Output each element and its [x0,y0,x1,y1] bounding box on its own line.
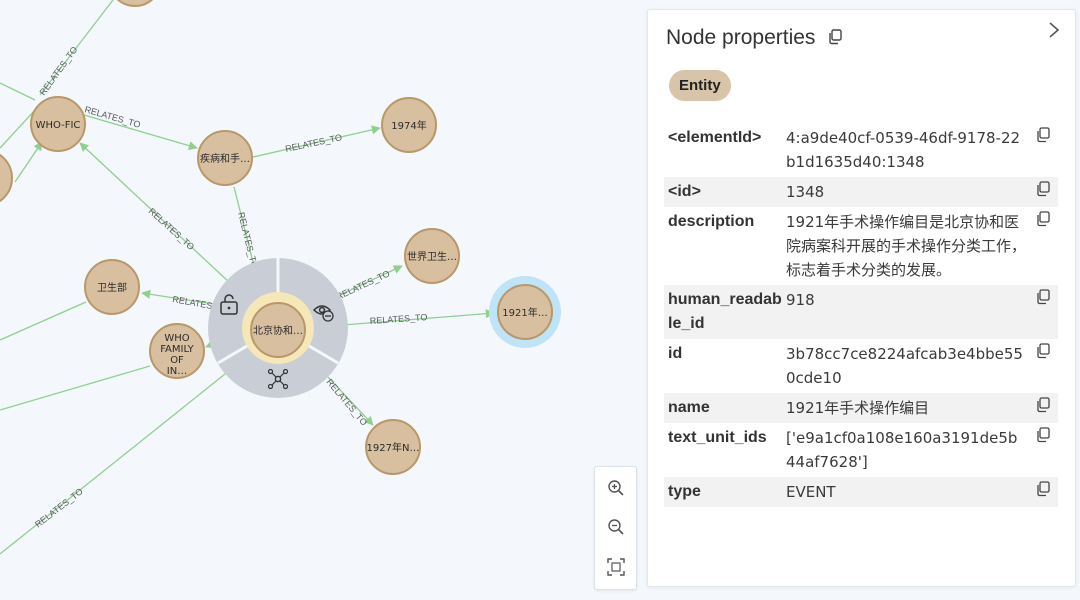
graph-node-offscreen-top[interactable] [109,0,161,7]
property-row-human-readable-id: human_readable_id 918 [664,285,1058,339]
zoom-in-icon [607,480,624,496]
edge-label: RELATES_TO [147,206,197,252]
property-row-id: <id> 1348 [664,177,1058,207]
node-label: 北京协和… [253,324,303,337]
property-row-description: description 1921年手术操作编目是北京协和医院病案科开展的手术操作… [664,207,1058,285]
edge-label: RELATES_TO [369,312,427,326]
node-label: 1974年 [391,119,426,132]
fit-screen-button[interactable] [595,548,636,586]
property-row-text-unit-ids: text_unit_ids ['e9a1cf0a108e160a3191de5b… [664,423,1058,477]
edge-label: RELATES_TO [324,377,369,428]
graph-edge[interactable] [0,369,231,555]
property-row-uuid: id 3b78cc7ce8224afcab3e4bbe550cde10 [664,339,1058,393]
copy-icon[interactable] [1036,481,1050,497]
zoom-controls [594,466,637,590]
node-label: OF [170,355,184,366]
node-label: 疾病和手… [200,152,250,165]
edge-label: RELATES_TO [38,45,80,98]
node-label: IN… [167,366,187,377]
graph-edge[interactable] [0,109,36,149]
edge-label: RELATES_TO [33,486,85,529]
edge-label: RELATES_TO [236,211,260,269]
graph-edge[interactable] [0,82,36,101]
copy-icon[interactable] [1036,211,1050,227]
graph-node-offscreen-left[interactable] [0,150,13,206]
graph-node-health-ministry[interactable]: 卫生部 [84,259,140,315]
property-value: 3b78cc7ce8224afcab3e4bbe550cde10 [786,345,1023,387]
edge-label: RELATES_TO [335,268,392,301]
property-value: 4:a9de40cf-0539-46df-9178-22b1d1635d40:1… [786,129,1021,171]
property-key: id [668,345,683,362]
property-value: 918 [786,291,815,309]
node-label: 1927年N… [367,441,420,454]
copy-icon[interactable] [1036,343,1050,359]
graph-edge[interactable] [0,365,151,411]
node-label: WHO-FIC [36,120,81,131]
property-row-type: type EVENT [664,477,1058,507]
property-row-name: name 1921年手术操作编目 [664,393,1058,423]
zoom-out-button[interactable] [595,508,636,546]
property-key: human_readable_id [668,291,782,332]
property-key: description [668,213,755,230]
zoom-out-icon [607,519,624,535]
graph-edge[interactable] [0,301,87,341]
entity-label-badge[interactable]: Entity [669,70,731,101]
copy-icon[interactable] [1036,127,1050,143]
property-key: type [668,483,701,500]
property-key: text_unit_ids [668,429,767,446]
node-label: 1921年… [502,306,547,319]
copy-icon[interactable] [1036,289,1050,305]
graph-node-1927[interactable]: 1927年N… [365,419,421,475]
copy-icon[interactable] [828,29,842,45]
node-label: 世界卫生… [407,250,457,263]
edge-label: RELATES_TO [284,132,343,154]
graph-edge[interactable] [14,141,43,183]
copy-icon[interactable] [1036,181,1050,197]
graph-node-1921-selected[interactable]: 1921年… [489,276,561,348]
copy-icon[interactable] [1036,397,1050,413]
property-key: <elementId> [668,129,762,146]
graph-nodes: WHO-FIC 疾病和手… 1974年 世界卫生… 1921年… 卫生部 WHO… [0,0,561,475]
node-label: FAMILY [160,344,194,355]
properties-table: <elementId> 4:a9de40cf-0539-46df-9178-22… [664,123,1058,507]
zoom-in-button[interactable] [595,469,636,507]
property-value: 1921年手术操作编目是北京协和医院病案科开展的手术操作分类工作，标志着手术分类… [786,213,1027,279]
panel-title: Node properties [666,26,816,49]
copy-icon[interactable] [1036,427,1050,443]
property-key: <id> [668,183,701,200]
node-label: WHO [164,333,189,344]
fit-screen-icon [606,558,625,576]
graph-node-who-family[interactable]: WHO FAMILY OF IN… [149,323,205,379]
graph-node-who-fic[interactable]: WHO-FIC [30,96,86,152]
graph-node-world-health[interactable]: 世界卫生… [404,228,460,284]
node-label: 卫生部 [97,281,127,294]
property-value: 1921年手术操作编目 [786,399,930,417]
property-value: 1348 [786,183,825,201]
property-value: EVENT [786,483,836,501]
graph-node-pumc[interactable]: 北京协和… [250,302,306,358]
property-row-element-id: <elementId> 4:a9de40cf-0539-46df-9178-22… [664,123,1058,177]
node-properties-panel: Node properties Entity <elementId> 4:a9d… [647,9,1076,587]
chevron-right-icon[interactable] [1047,20,1061,40]
graph-node-disease[interactable]: 疾病和手… [197,130,253,186]
graph-node-1974[interactable]: 1974年 [381,97,437,153]
property-value: ['e9a1cf0a108e160a3191de5b44af7628'] [786,429,1018,471]
property-key: name [668,399,710,416]
